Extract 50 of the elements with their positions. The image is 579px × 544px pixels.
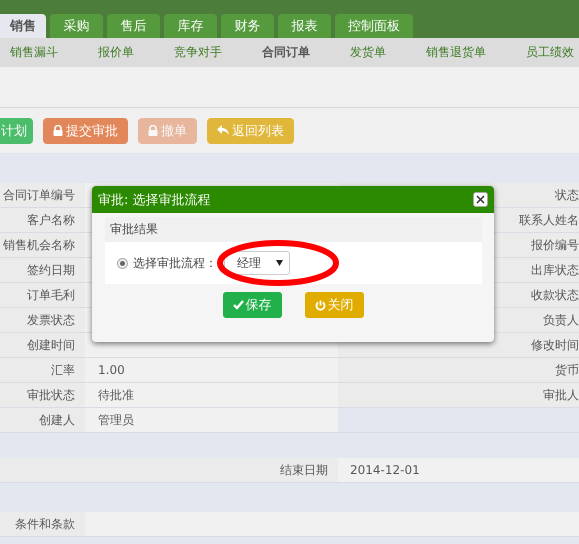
nav-tab[interactable]: 控制面板 — [335, 14, 413, 38]
toolbar-button[interactable]: 返回列表 — [207, 118, 294, 144]
field-label: 客户名称 — [0, 208, 85, 232]
dialog-button[interactable]: 关闭 — [304, 292, 364, 318]
field-label: 审批状态 — [0, 383, 85, 407]
toolbar-button[interactable]: 计划 — [0, 118, 33, 144]
field-label: 订单毛利 — [0, 283, 85, 307]
check-icon — [232, 300, 244, 310]
field-label: 销售机会名称 — [0, 233, 85, 257]
field-label: 审批人 — [338, 383, 579, 407]
close-button[interactable] — [473, 192, 488, 207]
reply-arrow-icon — [217, 125, 229, 136]
field-label: 结束日期 — [0, 458, 338, 482]
sub-nav-link[interactable]: 销售退货单 — [426, 44, 486, 61]
close-icon — [476, 195, 485, 204]
nav-tab[interactable]: 售后 — [107, 14, 160, 38]
radio-button[interactable] — [117, 258, 128, 268]
field-value: 待批准 — [85, 383, 338, 407]
dialog-title: 审批: 选择审批流程 — [98, 192, 211, 208]
nav-tab[interactable]: 报表 — [278, 14, 331, 38]
field-label: 签约日期 — [0, 258, 85, 282]
lock-icon — [53, 125, 63, 136]
sub-nav-link[interactable]: 报价单 — [98, 44, 134, 61]
sub-nav-link[interactable]: 竞争对手 — [174, 44, 222, 61]
nav-tab[interactable]: 销售 — [0, 14, 46, 38]
field-label: 条件和条款 — [0, 512, 85, 536]
sub-nav-link[interactable]: 合同订单 — [262, 44, 310, 61]
sub-nav-link[interactable]: 发货单 — [350, 44, 386, 61]
nav-tab[interactable]: 采购 — [50, 14, 103, 38]
field-label: 创建时间 — [0, 333, 85, 357]
section-title: 审批结果 — [110, 221, 158, 238]
field-label: 汇率 — [0, 358, 85, 382]
field-label: 合同订单编号 — [0, 183, 85, 207]
nav-tab[interactable]: 库存 — [164, 14, 217, 38]
sub-nav-link[interactable]: 销售漏斗 — [10, 44, 58, 61]
toolbar-button[interactable]: 提交审批 — [43, 118, 128, 144]
lock-icon — [148, 125, 158, 136]
field-value: 1.00 — [85, 358, 338, 382]
field-label: 发票状态 — [0, 308, 85, 332]
sub-nav-link[interactable]: 员工绩效 — [526, 44, 574, 61]
field-label: 创建人 — [0, 408, 85, 432]
field-value: 管理员 — [85, 408, 338, 432]
dialog-button[interactable]: 保存 — [222, 292, 282, 318]
caret-icon — [276, 260, 283, 266]
field-label: 选择审批流程： — [133, 254, 217, 272]
nav-tab[interactable]: 财务 — [221, 14, 274, 38]
field-label: 货币 — [338, 358, 579, 382]
power-icon — [314, 300, 326, 310]
dropdown[interactable]: 经理 — [224, 251, 290, 275]
field-value: 2014-12-01 — [338, 458, 579, 482]
